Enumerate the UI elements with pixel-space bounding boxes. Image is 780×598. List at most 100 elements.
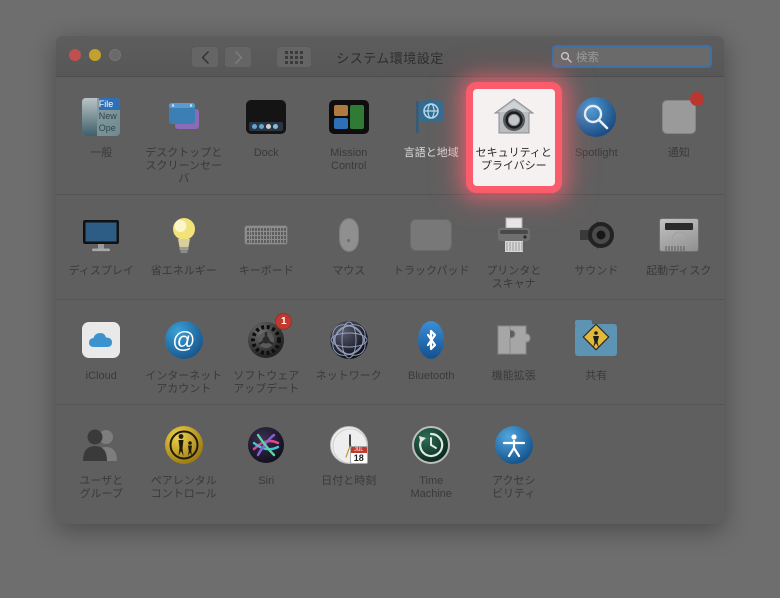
pref-label: 共有 [585,370,608,382]
printers-scanners-icon [490,211,538,259]
accessibility-icon [490,421,538,469]
language-region-icon [407,93,455,141]
preferences-row-2: ディスプレイ 省エネルギー キーボード マウス トラックパッド プリンタと スキ… [56,195,724,300]
pref-siri[interactable]: Siri [225,417,308,501]
desktop-screensaver-icon [160,93,208,141]
displays-icon [77,211,125,259]
pref-label: インターネット アカウント [145,370,223,395]
sound-icon [572,211,620,259]
preferences-row-1: File New Ope 一般 デスクトップと スクリーンセーバ Dock Mi… [56,77,724,195]
pref-label: Mission Control [330,147,368,172]
users-groups-icon [77,421,125,469]
pref-internet-accounts[interactable]: @ インターネット アカウント [143,312,226,396]
pref-spotlight[interactable]: Spotlight [555,89,638,186]
pref-label: 機能拡張 [491,370,536,382]
pref-label: セキュリティと プライバシー [475,147,552,172]
pref-displays[interactable]: ディスプレイ [60,207,143,291]
pref-extensions[interactable]: 機能拡張 [473,312,556,396]
time-machine-icon [407,421,455,469]
pref-bluetooth[interactable]: Bluetooth [390,312,473,396]
pref-label: 通知 [667,147,690,159]
pref-label: ネットワーク [315,370,382,382]
pref-printers-scanners[interactable]: プリンタと スキャナ [473,207,556,291]
dock-icon [242,93,290,141]
pref-sharing[interactable]: 共有 [555,312,638,396]
pref-label: Time Machine [410,475,453,500]
pref-label: デスクトップと スクリーンセーバ [145,147,223,185]
search-field[interactable]: 検索 [552,45,712,68]
pref-label: アクセシ ビリティ [492,475,536,500]
pref-language-region[interactable]: 言語と地域 [390,89,473,186]
desktop-background: システム環境設定 検索 File New Ope 一般 デスクトップと スクリー… [0,0,780,598]
mission-control-icon [325,93,373,141]
pref-label: サウンド [574,265,619,277]
window-titlebar: システム環境設定 検索 [56,36,724,77]
pref-sound[interactable]: サウンド [555,207,638,291]
icloud-icon [77,316,125,364]
calendar-day: 18 [353,453,364,463]
pref-software-update[interactable]: 1 ソフトウェア アップデート [225,312,308,396]
internet-accounts-icon: @ [160,316,208,364]
pref-label: マウス [332,265,366,277]
preferences-row-4: ユーザと グループ ペアレンタル コントロール Siri JUL 18 日付と時… [56,405,724,509]
bluetooth-icon [407,316,455,364]
spotlight-icon [572,93,620,141]
notification-badge [689,92,704,106]
preferences-grid: File New Ope 一般 デスクトップと スクリーンセーバ Dock Mi… [56,77,724,509]
update-badge-count: 1 [275,313,293,330]
pref-parental-controls[interactable]: ペアレンタル コントロール [143,417,226,501]
pref-label: iCloud [85,370,117,382]
parental-controls-icon [160,421,208,469]
pref-label: ソフトウェア アップデート [233,370,300,395]
pref-empty-slot [555,417,638,501]
energy-saver-icon [160,211,208,259]
pref-empty-slot [638,417,721,501]
pref-label: Spotlight [574,147,618,159]
date-time-icon: JUL 18 [325,421,373,469]
search-placeholder: 検索 [576,51,599,64]
trackpad-icon [407,211,455,259]
pref-security-privacy[interactable]: セキュリティと プライバシー [472,89,555,186]
pref-users-groups[interactable]: ユーザと グループ [60,417,143,501]
pref-trackpad[interactable]: トラックパッド [390,207,473,291]
startup-disk-icon [655,211,703,259]
pref-accessibility[interactable]: アクセシ ビリティ [473,417,556,501]
pref-general[interactable]: File New Ope 一般 [60,89,143,186]
general-icon: File New Ope [77,93,125,141]
pref-label: 一般 [90,147,113,159]
siri-icon [242,421,290,469]
pref-startup-disk[interactable]: 起動ディスク [638,207,721,291]
pref-desktop-screensaver[interactable]: デスクトップと スクリーンセーバ [143,89,226,186]
pref-keyboard[interactable]: キーボード [225,207,308,291]
pref-empty-slot [638,312,721,396]
keyboard-icon [242,211,290,259]
pref-network[interactable]: ネットワーク [308,312,391,396]
pref-label: 省エネルギー [150,265,217,277]
pref-time-machine[interactable]: Time Machine [390,417,473,501]
search-icon [560,51,572,63]
pref-label: 日付と時刻 [321,475,377,487]
pref-label: Bluetooth [408,370,455,382]
pref-label: Dock [253,147,279,159]
pref-notifications[interactable]: 通知 [638,89,721,186]
pref-label: 言語と地域 [403,147,459,159]
extensions-icon [490,316,538,364]
software-update-icon: 1 [242,313,293,364]
pref-date-time[interactable]: JUL 18 日付と時刻 [308,417,391,501]
security-privacy-icon [490,93,538,141]
pref-mouse[interactable]: マウス [308,207,391,291]
pref-icloud[interactable]: iCloud [60,312,143,396]
system-preferences-window: システム環境設定 検索 File New Ope 一般 デスクトップと スクリー… [56,36,724,524]
mouse-icon [325,211,373,259]
sharing-icon [572,316,620,364]
pref-label: ペアレンタル コントロール [150,475,217,500]
notifications-icon [655,92,704,141]
preferences-row-3: iCloud @ インターネット アカウント 1 ソフトウェア アップデート ネ… [56,300,724,405]
calendar-badge: JUL 18 [349,446,368,464]
pref-label: ディスプレイ [68,265,134,277]
pref-label: 起動ディスク [646,265,712,277]
pref-dock[interactable]: Dock [225,89,308,186]
pref-label: プリンタと スキャナ [486,265,542,290]
pref-mission-control[interactable]: Mission Control [308,89,391,186]
pref-energy-saver[interactable]: 省エネルギー [143,207,226,291]
